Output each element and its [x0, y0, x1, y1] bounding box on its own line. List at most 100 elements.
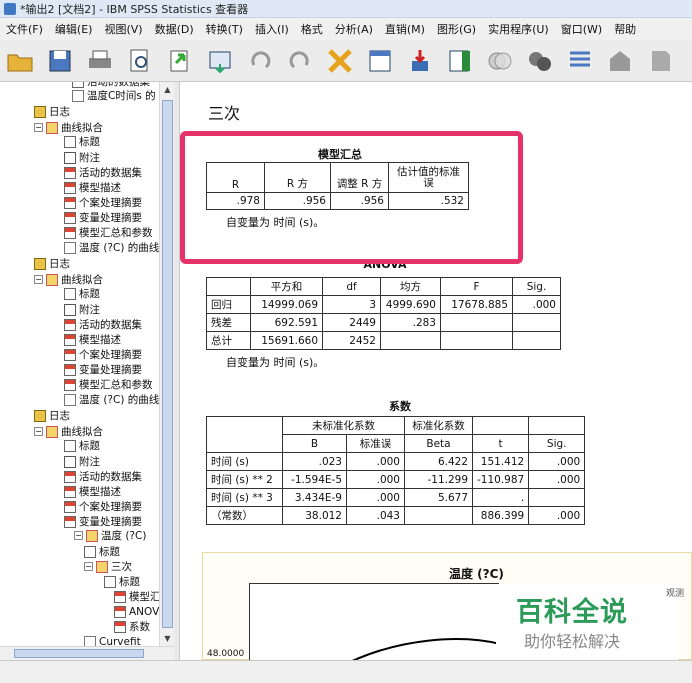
recall-dialog-icon[interactable] [204, 45, 236, 77]
outline-item-label: 变量处理摘要 [79, 516, 142, 528]
outline-item[interactable]: 模型描述 [64, 332, 121, 347]
log-node-icon [34, 409, 46, 422]
collapse-icon[interactable]: − [84, 562, 93, 571]
outline-item[interactable]: 活动的数据集 [64, 165, 142, 180]
outline-item[interactable]: 日志 [34, 408, 70, 423]
table-cell: .000 [528, 506, 586, 525]
variables-icon[interactable] [444, 45, 476, 77]
menu-file[interactable]: 文件(F) [0, 21, 49, 37]
table-cell: 时间 (s) ** 3 [206, 488, 283, 507]
outline-item[interactable]: 系数 [114, 619, 150, 634]
outline-item[interactable]: 活动的数据集 [64, 317, 142, 332]
show-icon[interactable] [604, 45, 636, 77]
outline-item-label: 标题 [79, 440, 100, 452]
outline-item-label: 模型汇总和参数 [79, 379, 153, 391]
outline-hscroll-thumb[interactable] [14, 649, 144, 658]
outline-item[interactable]: − 三次 [84, 559, 132, 574]
menu-utilities[interactable]: 实用程序(U) [482, 21, 555, 37]
outline-item[interactable]: − 曲线拟合 [34, 424, 103, 439]
outline-vertical-scrollbar[interactable]: ▲ ▼ [159, 82, 174, 646]
outline-item[interactable]: − 曲线拟合 [34, 120, 103, 135]
open-folder-icon[interactable] [4, 45, 36, 77]
outline-item-label: 标题 [79, 136, 100, 148]
save-icon[interactable] [44, 45, 76, 77]
outline-item[interactable]: 附注 [64, 150, 100, 165]
outline-item[interactable]: ANOVA [114, 604, 159, 619]
undo-icon[interactable] [244, 45, 276, 77]
title-node-icon [104, 575, 116, 588]
scroll-up-arrow-icon[interactable]: ▲ [160, 82, 175, 97]
outline-item[interactable]: 个案处理摘要 [64, 347, 142, 362]
outline-item[interactable]: 个案处理摘要 [64, 195, 142, 210]
outline-item[interactable]: 变量处理摘要 [64, 210, 142, 225]
outline-item[interactable]: 温度 (?C) 的曲线 [64, 240, 159, 255]
outline-item-label: 变量处理摘要 [79, 364, 142, 376]
outline-item[interactable]: 日志 [34, 104, 70, 119]
table-cell: 17678.885 [440, 295, 513, 314]
outline-item[interactable]: − 曲线拟合 [34, 272, 103, 287]
outline-item-label: 模型描述 [79, 486, 121, 498]
menu-window[interactable]: 窗口(W) [555, 21, 608, 37]
print-preview-icon[interactable] [124, 45, 156, 77]
outline-item[interactable]: 标题 [64, 134, 100, 149]
menu-help[interactable]: 帮助 [608, 21, 642, 37]
outline-item[interactable]: 变量处理摘要 [64, 362, 142, 377]
collapse-icon[interactable]: − [74, 531, 83, 540]
coefficients-table[interactable]: 未标准化系数 标准化系数 B 标准误 Beta t Sig. 时间 (s) .023.000 6.… [206, 416, 586, 525]
y-axis-tick-label: 48.0000 [207, 649, 245, 659]
scroll-down-arrow-icon[interactable]: ▼ [160, 631, 175, 646]
outline-item-label: 日志 [49, 106, 70, 118]
goto-case-icon[interactable] [364, 45, 396, 77]
outline-item[interactable]: 模型汇总和参数 [64, 225, 153, 240]
redo-icon[interactable] [284, 45, 316, 77]
outline-item[interactable]: 温度 (?C) 的曲线 [64, 392, 159, 407]
outline-item[interactable]: 附注 [64, 302, 100, 317]
menu-edit[interactable]: 编辑(E) [49, 21, 99, 37]
outline-item[interactable]: 温度C时间s 的 [72, 88, 156, 103]
table-header [206, 277, 251, 296]
menu-format[interactable]: 格式 [295, 21, 329, 37]
anova-table[interactable]: 平方和 df 均方 F Sig. 回归 14999.069 3 4999.690 17678.88… [206, 277, 561, 350]
outline-item[interactable]: 日志 [34, 256, 70, 271]
outline-item[interactable]: 变量处理摘要 [64, 514, 142, 529]
collapse-icon[interactable]: − [34, 123, 43, 132]
run-script-icon[interactable] [524, 45, 556, 77]
outline-item[interactable]: 模型描述 [64, 180, 121, 195]
outline-scroll-thumb[interactable] [162, 100, 173, 628]
menu-data[interactable]: 数据(D) [149, 21, 200, 37]
outline-item[interactable]: 模型描述 [64, 484, 121, 499]
collapse-icon[interactable]: − [34, 427, 43, 436]
menu-analyze[interactable]: 分析(A) [329, 21, 379, 37]
collapse-icon[interactable]: − [34, 275, 43, 284]
insert-output-icon[interactable] [484, 45, 516, 77]
print-icon[interactable] [84, 45, 116, 77]
outline-item[interactable]: 标题 [64, 438, 100, 453]
outline-horizontal-scrollbar[interactable] [0, 646, 174, 660]
goto-data-icon[interactable] [324, 45, 356, 77]
hide-icon[interactable] [644, 45, 676, 77]
menu-graphs[interactable]: 图形(G) [431, 21, 482, 37]
menu-transform[interactable]: 转换(T) [200, 21, 249, 37]
note-node-icon [64, 455, 76, 468]
table-node-icon [64, 211, 76, 224]
outline-item[interactable]: − 温度 (?C) [74, 528, 146, 543]
outline-item[interactable]: 模型汇总和参数 [64, 377, 153, 392]
designate-window-icon[interactable] [564, 45, 596, 77]
outline-item[interactable]: 标题 [84, 544, 120, 559]
fit-node-icon [96, 560, 108, 573]
outline-item[interactable]: 标题 [64, 286, 100, 301]
outline-item[interactable]: 个案处理摘要 [64, 499, 142, 514]
menu-view[interactable]: 视图(V) [98, 21, 148, 37]
spss-app-icon [4, 2, 16, 15]
outline-item[interactable]: 模型汇 [114, 589, 159, 604]
goto-variable-icon[interactable] [404, 45, 436, 77]
note-node-icon [64, 303, 76, 316]
export-icon[interactable] [164, 45, 196, 77]
outline-item[interactable]: 附注 [64, 454, 100, 469]
outline-item-label: 附注 [79, 456, 100, 468]
outline-item[interactable]: 标题 [104, 574, 140, 589]
menu-insert[interactable]: 插入(I) [249, 21, 295, 37]
outline-item[interactable]: Curvefit [84, 634, 141, 646]
menu-direct-marketing[interactable]: 直销(M) [379, 21, 431, 37]
outline-item[interactable]: 活动的数据集 [64, 469, 142, 484]
